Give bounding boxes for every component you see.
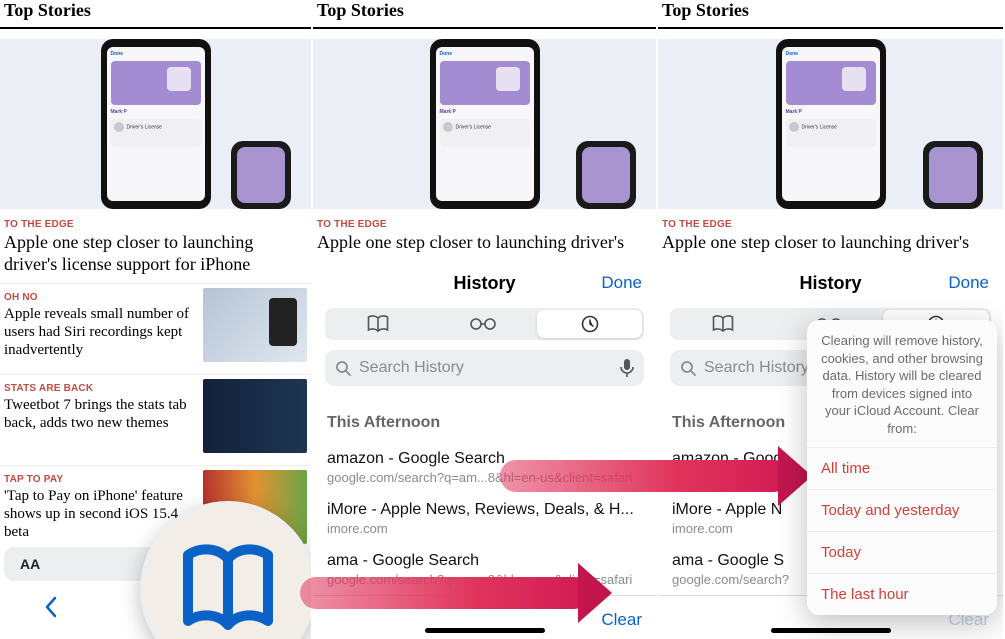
book-icon <box>367 315 389 333</box>
tab-bookmarks[interactable] <box>670 308 776 340</box>
done-button[interactable]: Done <box>948 273 989 293</box>
clear-option-all-time[interactable]: All time <box>807 447 997 489</box>
search-history-input[interactable]: Search History <box>325 350 644 386</box>
book-icon <box>712 315 734 333</box>
mini-user-name: Mark P <box>111 109 201 115</box>
story-row[interactable]: STATS ARE BACK Tweetbot 7 brings the sta… <box>0 374 311 457</box>
home-indicator <box>425 628 545 633</box>
story-thumbnail <box>203 379 307 453</box>
sheet-title: History <box>799 273 861 294</box>
back-button[interactable] <box>44 596 58 618</box>
section-header-top-stories: Top Stories <box>313 0 656 29</box>
story-headline: Tweetbot 7 brings the stats tab back, ad… <box>4 396 195 432</box>
done-button[interactable]: Done <box>601 273 642 293</box>
story-kicker: TO THE EDGE <box>658 219 1003 230</box>
section-header-top-stories: Top Stories <box>658 0 1003 29</box>
segmented-control[interactable] <box>325 308 644 340</box>
panel-safari-page: Top Stories Done Mark P Driver's License… <box>0 0 313 639</box>
hero-phone: Done Mark P Driver's License <box>101 39 211 209</box>
story-row[interactable]: OH NO Apple reveals small number of user… <box>0 283 311 366</box>
panel-history-sheet: Top Stories DoneMark PDriver's License T… <box>313 0 658 639</box>
clear-option-today[interactable]: Today <box>807 531 997 573</box>
history-title: iMore - Apple News, Reviews, Deals, & H.… <box>327 501 642 519</box>
clock-icon <box>581 315 599 333</box>
mini-dl-label: Driver's License <box>127 124 162 130</box>
mic-icon[interactable] <box>620 358 634 378</box>
tab-history[interactable] <box>537 310 642 338</box>
history-section-header: This Afternoon <box>313 396 656 442</box>
glasses-icon <box>470 317 496 331</box>
home-indicator <box>771 628 891 633</box>
section-header-top-stories: Top Stories <box>0 0 311 29</box>
reader-aa-button[interactable]: AA <box>20 556 40 572</box>
story-kicker: STATS ARE BACK <box>4 383 195 394</box>
annotation-arrow <box>300 577 590 609</box>
hero-image: DoneMark PDriver's License <box>313 39 656 209</box>
story-headline[interactable]: Apple one step closer to launching drive… <box>0 232 311 275</box>
clear-history-popover: Clearing will remove history, cookies, a… <box>807 320 997 615</box>
story-kicker: OH NO <box>4 292 195 303</box>
story-kicker: TO THE EDGE <box>0 219 311 230</box>
hero-watch <box>219 129 291 209</box>
bookmarks-icon[interactable] <box>173 539 283 639</box>
hero-image: Done Mark P Driver's License <box>0 39 311 209</box>
search-icon <box>335 360 351 376</box>
search-icon <box>680 360 696 376</box>
clear-option-today-yesterday[interactable]: Today and yesterday <box>807 489 997 531</box>
search-placeholder: Search History <box>359 359 464 377</box>
history-url: imore.com <box>327 521 642 536</box>
clear-option-last-hour[interactable]: The last hour <box>807 573 997 615</box>
story-kicker: TAP TO PAY <box>4 474 195 485</box>
story-kicker: TO THE EDGE <box>313 219 656 230</box>
tab-reading-list[interactable] <box>430 308 535 340</box>
popover-message: Clearing will remove history, cookies, a… <box>807 320 997 447</box>
annotation-arrow <box>500 460 790 492</box>
history-row[interactable]: iMore - Apple News, Reviews, Deals, & H.… <box>313 493 656 544</box>
tab-bookmarks[interactable] <box>325 308 430 340</box>
panel-clear-popover: Top Stories DoneMark PDriver's License T… <box>658 0 1005 639</box>
story-thumbnail <box>203 288 307 362</box>
sheet-title: History <box>453 273 515 294</box>
hero-image: DoneMark PDriver's License <box>658 39 1003 209</box>
search-placeholder: Search History <box>704 359 809 377</box>
mini-done-label: Done <box>111 51 124 57</box>
story-headline: Apple reveals small number of users had … <box>4 305 195 359</box>
